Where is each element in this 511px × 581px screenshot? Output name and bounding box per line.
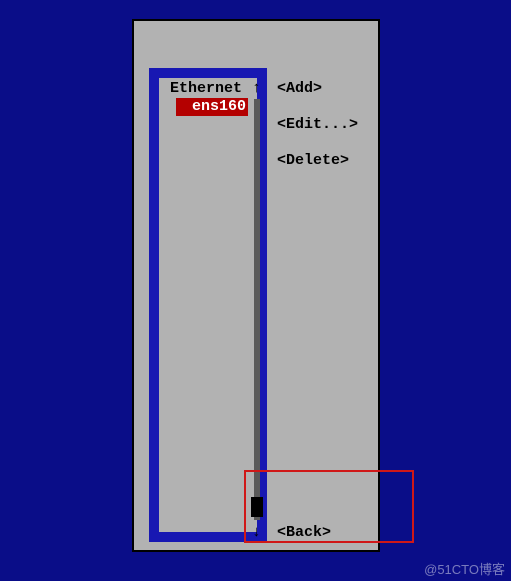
list-frame xyxy=(149,68,267,542)
delete-button[interactable]: <Delete> xyxy=(277,152,358,170)
add-button[interactable]: <Add> xyxy=(277,80,358,98)
watermark-text: @51CTO博客 xyxy=(424,559,505,578)
back-button[interactable]: <Back> xyxy=(277,524,331,541)
list-category-header: Ethernet xyxy=(168,80,248,98)
action-buttons: <Add> <Edit...> <Delete> xyxy=(277,80,358,188)
scroll-down-arrow-icon[interactable]: ↓ xyxy=(252,524,261,541)
scrollbar-track[interactable] xyxy=(254,99,260,520)
scroll-up-arrow-icon[interactable]: ↑ xyxy=(252,80,261,97)
connection-list[interactable]: Ethernet ens160 xyxy=(168,80,248,116)
edit-button[interactable]: <Edit...> xyxy=(277,116,358,134)
network-config-dialog: Ethernet ens160 ↑ ↓ <Add> <Edit...> <Del… xyxy=(132,19,380,552)
scrollbar-thumb[interactable] xyxy=(251,497,263,517)
list-item[interactable]: ens160 xyxy=(176,98,248,116)
